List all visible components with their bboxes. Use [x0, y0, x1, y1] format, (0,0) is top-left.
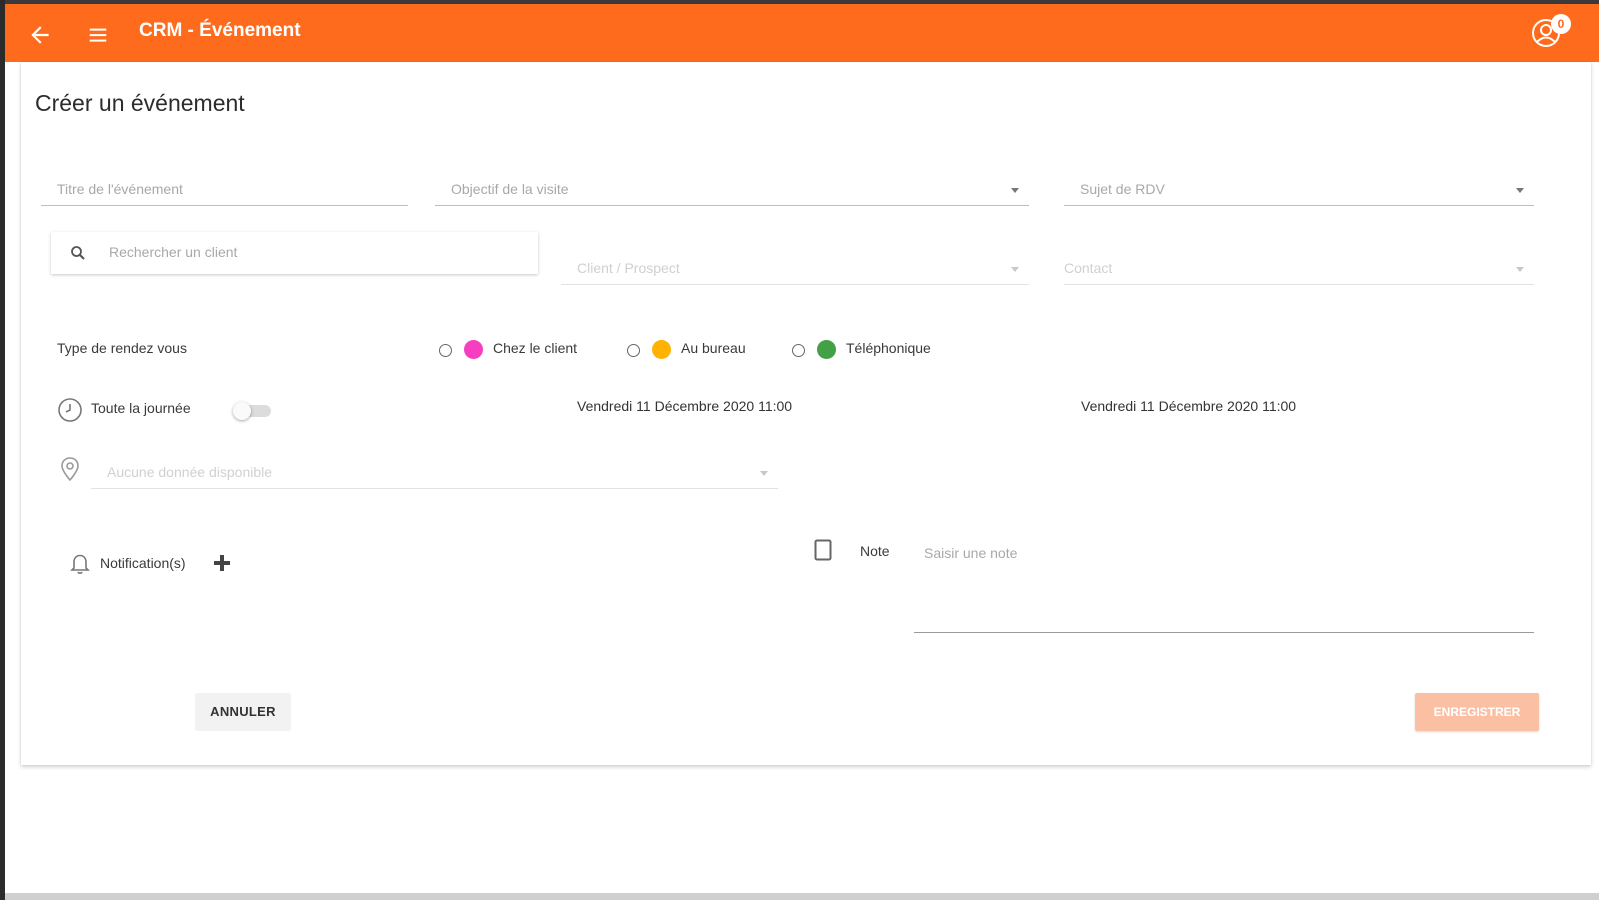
client-prospect-placeholder: Client / Prospect [577, 260, 680, 276]
search-icon [71, 246, 85, 260]
notifications-label: Notification(s) [100, 555, 186, 571]
appointment-type-client-label[interactable]: Chez le client [493, 340, 577, 356]
visit-objective-select[interactable]: Objectif de la visite [435, 176, 1029, 206]
end-date-field[interactable]: Vendredi 11 Décembre 2020 11:00 [1081, 398, 1296, 414]
office-color-dot [652, 340, 671, 359]
page-title: CRM - Événement [139, 20, 301, 41]
client-search-placeholder: Rechercher un client [109, 244, 238, 260]
note-label: Note [860, 543, 890, 559]
all-day-label: Toute la journée [91, 400, 191, 416]
client-search-input[interactable]: Rechercher un client [51, 232, 538, 274]
note-input[interactable]: Saisir une note [924, 545, 1017, 561]
appointment-subject-select[interactable]: Sujet de RDV [1064, 176, 1534, 206]
all-day-toggle[interactable] [233, 402, 271, 420]
visit-objective-placeholder: Objectif de la visite [451, 181, 569, 197]
event-title-field[interactable]: Titre de l'événement [41, 176, 408, 206]
chevron-down-icon [1516, 188, 1524, 193]
chevron-down-icon [1516, 267, 1524, 272]
add-notification-icon[interactable] [213, 554, 231, 572]
client-color-dot [464, 340, 483, 359]
start-date-field[interactable]: Vendredi 11 Décembre 2020 11:00 [577, 398, 792, 414]
cancel-button[interactable]: ANNULER [195, 693, 291, 731]
phone-color-dot [817, 340, 836, 359]
note-underline [914, 632, 1534, 633]
note-icon [814, 539, 832, 561]
appointment-subject-placeholder: Sujet de RDV [1080, 181, 1165, 197]
appointment-type-label: Type de rendez vous [57, 340, 187, 356]
bell-icon [70, 554, 90, 574]
event-title-placeholder: Titre de l'événement [57, 181, 183, 197]
location-placeholder: Aucune donnée disponible [107, 464, 273, 480]
form-heading: Créer un événement [35, 90, 245, 116]
location-pin-icon [61, 457, 79, 482]
hamburger-menu-icon[interactable] [87, 24, 109, 46]
contact-placeholder: Contact [1064, 260, 1113, 276]
chevron-down-icon [760, 471, 768, 476]
bottom-border [5, 893, 1599, 900]
app-header: CRM - Événement 0 [5, 0, 1599, 62]
chevron-down-icon [1011, 188, 1019, 193]
event-form-card: Créer un événement Titre de l'événement … [21, 62, 1591, 765]
location-select[interactable]: Aucune donnée disponible [91, 459, 778, 489]
appointment-type-office-label[interactable]: Au bureau [681, 340, 746, 356]
chevron-down-icon [1011, 267, 1019, 272]
client-prospect-select[interactable]: Client / Prospect [561, 255, 1029, 285]
radio-au-bureau[interactable] [627, 344, 640, 357]
radio-chez-le-client[interactable] [439, 344, 452, 357]
arrow-left-icon[interactable] [27, 22, 53, 48]
radio-telephonique[interactable] [792, 344, 805, 357]
save-button[interactable]: ENREGISTRER [1415, 693, 1539, 731]
appointment-type-phone-label[interactable]: Téléphonique [846, 340, 931, 356]
contact-select[interactable]: Contact [1064, 255, 1534, 285]
notification-badge[interactable]: 0 [1551, 14, 1571, 34]
clock-icon [58, 398, 82, 422]
toggle-knob [233, 402, 251, 420]
